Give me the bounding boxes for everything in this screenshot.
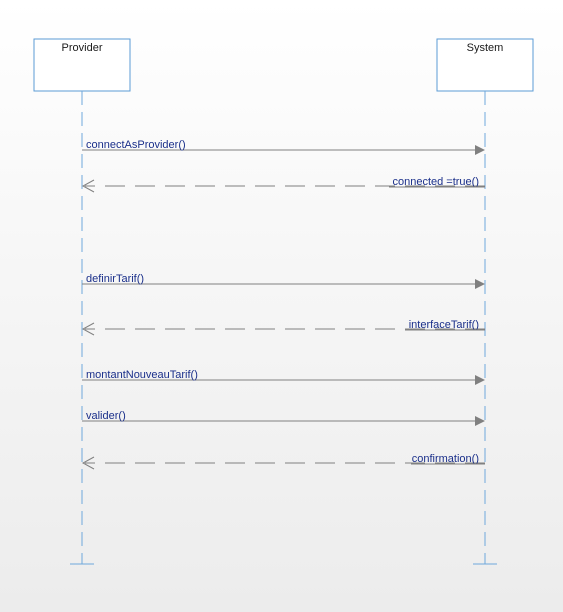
arrowhead-filled: [475, 279, 485, 289]
message-label: interfaceTarif(): [409, 319, 479, 331]
lifeline-provider-name: Provider: [62, 42, 103, 54]
message-connected-true[interactable]: connected =true(): [81, 176, 485, 193]
message-label: confirmation(): [412, 453, 479, 465]
lifeline-system-name: System: [467, 42, 504, 54]
lifeline-provider[interactable]: Provider: [33, 38, 131, 565]
message-confirmation[interactable]: confirmation(): [81, 453, 485, 470]
arrowhead-filled: [475, 375, 485, 385]
message-label: connected =true(): [392, 176, 479, 188]
message-label: connectAsProvider(): [86, 139, 186, 151]
arrowhead-filled: [475, 416, 485, 426]
message-label: montantNouveauTarif(): [86, 369, 198, 381]
message-montant-nouveau-tarif[interactable]: montantNouveauTarif(): [82, 369, 485, 385]
message-label: definirTarif(): [86, 273, 144, 285]
message-interface-tarif[interactable]: interfaceTarif(): [81, 319, 485, 336]
message-label: valider(): [86, 410, 126, 422]
lifeline-system[interactable]: System: [436, 38, 534, 565]
message-connect-as-provider[interactable]: connectAsProvider(): [82, 139, 485, 155]
message-definir-tarif[interactable]: definirTarif(): [82, 273, 485, 289]
sequence-diagram: Provider System connectAsProvider() conn…: [33, 38, 534, 565]
arrowhead-filled: [475, 145, 485, 155]
message-valider[interactable]: valider(): [82, 410, 485, 426]
